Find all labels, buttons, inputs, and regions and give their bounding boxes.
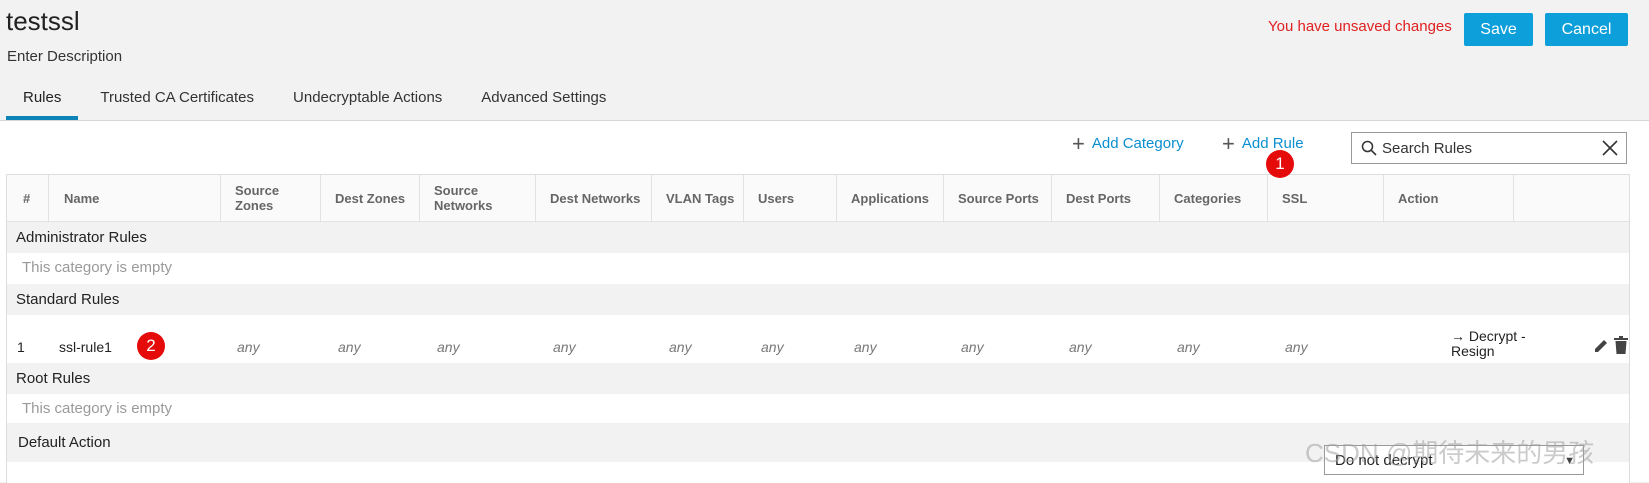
column-ssl[interactable]: SSL: [1268, 175, 1384, 221]
search-icon: [1361, 140, 1377, 156]
rule-source-zones: any: [237, 339, 260, 355]
add-category-button[interactable]: + Add Category: [1072, 131, 1184, 156]
rule-applications: any: [854, 339, 877, 355]
table-header: # Name Source Zones Dest Zones Source Ne…: [7, 175, 1629, 222]
column-action[interactable]: Action: [1384, 175, 1514, 221]
annotation-marker-1: 1: [1266, 150, 1294, 178]
rule-action: → Decrypt - Resign: [1451, 328, 1526, 359]
column-source-zones[interactable]: Source Zones: [221, 175, 321, 221]
column-categories[interactable]: Categories: [1160, 175, 1268, 221]
rule-ssl: any: [1285, 339, 1308, 355]
plus-icon: +: [1072, 131, 1085, 156]
column-dest-zones[interactable]: Dest Zones: [321, 175, 420, 221]
column-name[interactable]: Name: [49, 175, 221, 221]
rule-dest-ports: any: [1069, 339, 1092, 355]
column-source-ports[interactable]: Source Ports: [944, 175, 1052, 221]
column-users[interactable]: Users: [744, 175, 837, 221]
empty-category-message: This category is empty: [7, 394, 1629, 423]
add-rule-label: Add Rule: [1241, 135, 1304, 152]
empty-category-message: This category is empty: [7, 253, 1629, 282]
rule-users: any: [761, 339, 784, 355]
rule-name[interactable]: ssl-rule1: [59, 339, 112, 355]
trash-icon[interactable]: [1614, 336, 1628, 354]
category-administrator-rules[interactable]: Administrator Rules: [7, 222, 1629, 253]
policy-title: testssl: [6, 6, 80, 36]
column-dest-ports[interactable]: Dest Ports: [1052, 175, 1160, 221]
column-vlan-tags[interactable]: VLAN Tags: [652, 175, 744, 221]
clear-search-icon[interactable]: [1602, 140, 1618, 156]
rule-source-networks: any: [437, 339, 460, 355]
add-category-label: Add Category: [1091, 135, 1184, 152]
tab-rules[interactable]: Rules: [6, 78, 79, 120]
tab-trusted-ca-certificates[interactable]: Trusted CA Certificates: [83, 78, 271, 120]
rule-number: 1: [17, 339, 25, 355]
annotation-marker-2: 2: [137, 332, 165, 360]
cancel-button[interactable]: Cancel: [1545, 13, 1628, 46]
column-applications[interactable]: Applications: [837, 175, 944, 221]
column-number[interactable]: #: [7, 175, 49, 221]
tab-bar: Rules Trusted CA Certificates Undecrypta…: [6, 78, 623, 120]
unsaved-changes-text: You have unsaved changes: [1268, 18, 1452, 35]
add-rule-button[interactable]: + Add Rule: [1222, 131, 1304, 156]
rule-vlan-tags: any: [669, 339, 692, 355]
policy-description[interactable]: Enter Description: [7, 48, 122, 65]
save-button[interactable]: Save: [1464, 13, 1533, 46]
column-tools: [1514, 175, 1629, 221]
category-root-rules[interactable]: Root Rules: [7, 363, 1629, 394]
category-standard-rules[interactable]: Standard Rules: [7, 284, 1629, 315]
rule-categories: any: [1177, 339, 1200, 355]
tab-advanced-settings[interactable]: Advanced Settings: [464, 78, 623, 120]
watermark-text: CSDN @期待未来的男孩: [1305, 438, 1595, 468]
column-source-networks[interactable]: Source Networks: [420, 175, 536, 221]
rule-dest-zones: any: [338, 339, 361, 355]
search-rules-input[interactable]: Search Rules: [1351, 132, 1627, 164]
rule-dest-networks: any: [553, 339, 576, 355]
column-dest-networks[interactable]: Dest Networks: [536, 175, 652, 221]
pencil-icon[interactable]: [1593, 338, 1609, 354]
tab-undecryptable-actions[interactable]: Undecryptable Actions: [276, 78, 459, 120]
rule-source-ports: any: [961, 339, 984, 355]
plus-icon: +: [1222, 131, 1235, 156]
search-rules-value: Search Rules: [1382, 139, 1473, 157]
